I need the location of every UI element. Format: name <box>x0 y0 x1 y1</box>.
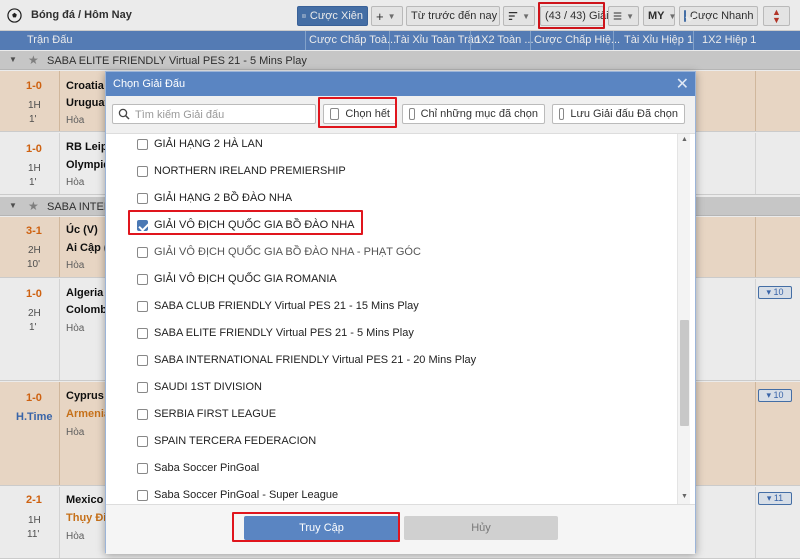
scroll-down-icon[interactable]: ▼ <box>681 493 688 500</box>
league-select-dialog: Chọn Giải Đấu ✕ Tìm kiếm Giải đấu Chọn h… <box>105 71 696 554</box>
league-option-label: NORTHERN IRELAND PREMIERSHIP <box>154 165 346 177</box>
select-all-label: Chọn hết <box>345 108 390 120</box>
league-option[interactable]: GIẢI HẠNG 2 HÀ LAN <box>137 134 263 154</box>
only-selected-label: Chỉ những mục đã chọn <box>420 108 538 120</box>
list-scrollbar[interactable]: ▲ ▼ <box>677 134 690 504</box>
league-checkbox[interactable] <box>137 300 148 312</box>
league-option-label: SERBIA FIRST LEAGUE <box>154 408 277 420</box>
league-option[interactable]: GIẢI VÔ ĐỊCH QUỐC GIA ROMANIA <box>137 269 337 289</box>
league-option-label: GIẢI HẠNG 2 BỒ ĐÀO NHA <box>154 192 293 204</box>
league-checkbox[interactable] <box>137 408 148 420</box>
league-checkbox[interactable] <box>137 489 148 501</box>
league-option-label: Saba Soccer PinGoal - Super League <box>154 489 339 501</box>
scroll-up-icon[interactable]: ▲ <box>681 136 688 143</box>
league-option-label: GIẢI VÔ ĐỊCH QUỐC GIA BỒ ĐÀO NHA <box>154 219 355 231</box>
save-selected-toggle[interactable]: Lưu Giải đấu Đã chọn <box>552 104 685 124</box>
league-option-label: GIẢI VÔ ĐỊCH QUỐC GIA BỒ ĐÀO NHA - PHẠT … <box>154 246 421 258</box>
league-option[interactable]: SABA CLUB FRIENDLY Virtual PES 21 - 15 M… <box>137 296 419 316</box>
league-option[interactable]: SPAIN TERCERA FEDERACION <box>137 431 316 451</box>
dialog-titlebar: Chọn Giải Đấu ✕ <box>106 72 695 96</box>
league-checkbox[interactable] <box>137 192 148 204</box>
cancel-button[interactable]: Hủy <box>404 516 558 540</box>
league-checkbox[interactable] <box>137 273 148 285</box>
league-option[interactable]: GIẢI HẠNG 2 BỒ ĐÀO NHA <box>137 188 292 208</box>
league-option-label: SABA CLUB FRIENDLY Virtual PES 21 - 15 M… <box>154 300 419 312</box>
league-checkbox[interactable] <box>137 381 148 393</box>
league-option[interactable]: GIẢI VÔ ĐỊCH QUỐC GIA BỒ ĐÀO NHA <box>137 215 354 235</box>
access-button[interactable]: Truy Cập <box>244 516 399 540</box>
league-checkbox[interactable] <box>137 462 148 474</box>
dialog-footer: Truy Cập Hủy <box>106 504 695 554</box>
league-option-label: Saba Soccer PinGoal <box>154 462 260 474</box>
league-option[interactable]: GIẢI VÔ ĐỊCH QUỐC GIA BỒ ĐÀO NHA - PHẠT … <box>137 242 421 262</box>
search-icon <box>118 108 130 120</box>
league-option-label: SABA INTERNATIONAL FRIENDLY Virtual PES … <box>154 354 477 366</box>
league-option[interactable]: SABA ELITE FRIENDLY Virtual PES 21 - 5 M… <box>137 323 414 343</box>
dialog-title: Chọn Giải Đấu <box>113 78 186 90</box>
league-option[interactable]: Saba Soccer PinGoal <box>137 458 259 478</box>
league-list: GIẢI HẠNG 2 HÀ LAN NORTHERN IRELAND PREM… <box>106 134 691 504</box>
close-icon[interactable]: ✕ <box>676 74 689 94</box>
league-checkbox[interactable] <box>137 246 148 258</box>
league-option-label: SAUDI 1ST DIVISION <box>154 381 262 393</box>
dialog-filter-bar: Tìm kiếm Giải đấu Chọn hết Chỉ những mục… <box>106 96 695 134</box>
league-checkbox[interactable] <box>137 219 148 231</box>
league-option-label: SPAIN TERCERA FEDERACION <box>154 435 317 447</box>
select-all-checkbox[interactable] <box>330 108 340 120</box>
league-option-label: GIẢI HẠNG 2 HÀ LAN <box>154 138 263 150</box>
league-option-label: SABA ELITE FRIENDLY Virtual PES 21 - 5 M… <box>154 327 414 339</box>
only-selected-checkbox[interactable] <box>409 108 415 120</box>
league-checkbox[interactable] <box>137 354 148 366</box>
league-checkbox[interactable] <box>137 165 148 177</box>
league-option[interactable]: Saba Soccer PinGoal - Super League <box>137 485 338 504</box>
only-selected-toggle[interactable]: Chỉ những mục đã chọn <box>402 104 545 124</box>
save-selected-checkbox[interactable] <box>559 108 565 120</box>
league-option[interactable]: SABA INTERNATIONAL FRIENDLY Virtual PES … <box>137 350 476 370</box>
league-checkbox[interactable] <box>137 138 148 150</box>
search-placeholder: Tìm kiếm Giải đấu <box>135 109 225 121</box>
league-checkbox[interactable] <box>137 327 148 339</box>
league-option-label: GIẢI VÔ ĐỊCH QUỐC GIA ROMANIA <box>154 273 337 285</box>
select-all-toggle[interactable]: Chọn hết <box>323 104 397 124</box>
scrollbar-thumb[interactable] <box>680 320 689 426</box>
league-option[interactable]: NORTHERN IRELAND PREMIERSHIP <box>137 161 346 181</box>
league-checkbox[interactable] <box>137 435 148 447</box>
league-search-input[interactable]: Tìm kiếm Giải đấu <box>112 104 316 124</box>
league-option[interactable]: SAUDI 1ST DIVISION <box>137 377 262 397</box>
save-selected-label: Lưu Giải đấu Đã chọn <box>570 108 678 120</box>
league-option[interactable]: SERBIA FIRST LEAGUE <box>137 404 276 424</box>
